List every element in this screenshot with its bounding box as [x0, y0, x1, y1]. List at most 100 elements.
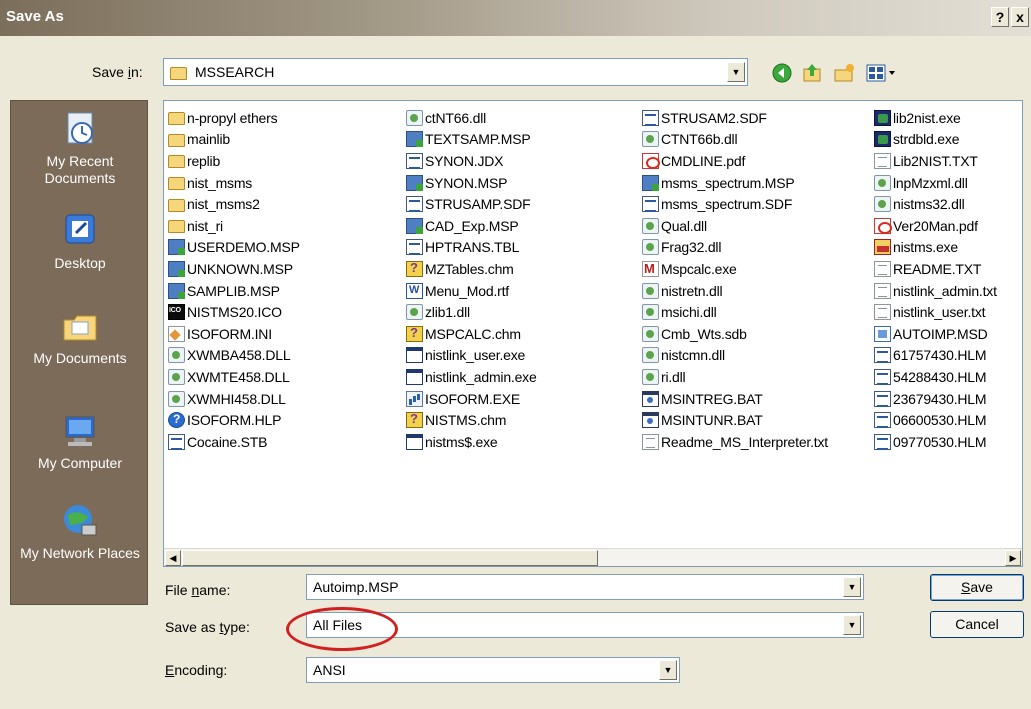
file-item[interactable]: nistretn.dll: [642, 280, 828, 302]
file-item[interactable]: 06600530.HLM: [874, 409, 997, 431]
rtf-file-icon: [406, 282, 423, 299]
file-item[interactable]: MSINTUNR.BAT: [642, 409, 828, 431]
exe-file-icon: [406, 433, 423, 450]
file-item[interactable]: ri.dll: [642, 366, 828, 388]
file-item[interactable]: TEXTSAMP.MSP: [406, 129, 537, 151]
file-item[interactable]: mainlib: [168, 129, 300, 151]
chevron-down-icon[interactable]: ▼: [727, 62, 745, 82]
file-item[interactable]: SYNON.JDX: [406, 150, 537, 172]
file-item[interactable]: XWMBA458.DLL: [168, 345, 300, 367]
up-folder-icon[interactable]: [800, 61, 824, 85]
txt-file-icon: [874, 152, 891, 169]
file-item[interactable]: nist_msms: [168, 172, 300, 194]
file-item[interactable]: CMDLINE.pdf: [642, 150, 828, 172]
file-item[interactable]: msms_spectrum.MSP: [642, 172, 828, 194]
file-item[interactable]: AUTOIMP.MSD: [874, 323, 997, 345]
file-item[interactable]: nist_msms2: [168, 193, 300, 215]
file-item[interactable]: strdbld.exe: [874, 129, 997, 151]
encoding-dropdown[interactable]: ANSI ▼: [306, 657, 680, 683]
file-item[interactable]: Readme_MS_Interpreter.txt: [642, 431, 828, 453]
place-network[interactable]: My Network Places: [11, 501, 149, 562]
place-desktop[interactable]: Desktop: [11, 211, 149, 272]
file-item[interactable]: nist_ri: [168, 215, 300, 237]
file-item[interactable]: nistms32.dll: [874, 193, 997, 215]
file-item[interactable]: NISTMS.chm: [406, 409, 537, 431]
file-item[interactable]: STRUSAMP.SDF: [406, 193, 537, 215]
file-item[interactable]: Cocaine.STB: [168, 431, 300, 453]
file-item[interactable]: XWMTE458.DLL: [168, 366, 300, 388]
save-in-label-text-end: n:: [130, 64, 143, 80]
file-item[interactable]: msms_spectrum.SDF: [642, 193, 828, 215]
file-item[interactable]: lnpMzxml.dll: [874, 172, 997, 194]
scroll-right-icon[interactable]: ▶: [1005, 550, 1021, 566]
file-item[interactable]: zlib1.dll: [406, 301, 537, 323]
back-icon[interactable]: [770, 61, 794, 85]
file-item[interactable]: CTNT66b.dll: [642, 129, 828, 151]
file-item[interactable]: Qual.dll: [642, 215, 828, 237]
file-item[interactable]: ISOFORM.INI: [168, 323, 300, 345]
save-in-dropdown[interactable]: MSSEARCH ▼: [163, 58, 748, 86]
close-button[interactable]: x: [1011, 7, 1029, 27]
file-item[interactable]: 09770530.HLM: [874, 431, 997, 453]
msp-file-icon: [168, 260, 185, 277]
file-item[interactable]: n-propyl ethers: [168, 107, 300, 129]
file-item[interactable]: nistms$.exe: [406, 431, 537, 453]
cancel-button[interactable]: Cancel: [930, 611, 1024, 638]
file-item[interactable]: nistlink_user.exe: [406, 345, 537, 367]
file-item[interactable]: lib2nist.exe: [874, 107, 997, 129]
file-item[interactable]: UNKNOWN.MSP: [168, 258, 300, 280]
msp-file-icon: [406, 174, 423, 191]
file-item[interactable]: nistcmn.dll: [642, 345, 828, 367]
file-item[interactable]: SYNON.MSP: [406, 172, 537, 194]
horizontal-scrollbar[interactable]: ◀ ▶: [164, 548, 1022, 566]
chevron-down-icon[interactable]: ▼: [659, 660, 677, 680]
save-button[interactable]: Save: [930, 574, 1024, 601]
file-item[interactable]: Mspcalc.exe: [642, 258, 828, 280]
file-item[interactable]: 54288430.HLM: [874, 366, 997, 388]
file-item[interactable]: SAMPLIB.MSP: [168, 280, 300, 302]
file-item[interactable]: nistlink_user.txt: [874, 301, 997, 323]
file-item[interactable]: nistlink_admin.exe: [406, 366, 537, 388]
chevron-down-icon[interactable]: ▼: [843, 577, 861, 597]
file-item[interactable]: MSINTREG.BAT: [642, 388, 828, 410]
place-my-documents[interactable]: My Documents: [11, 306, 149, 367]
place-recent-documents[interactable]: My Recent Documents: [11, 109, 149, 187]
sdf-file-icon: [874, 347, 891, 364]
file-item[interactable]: replib: [168, 150, 300, 172]
scroll-thumb[interactable]: [182, 550, 598, 566]
file-item[interactable]: NISTMS20.ICO: [168, 301, 300, 323]
file-item[interactable]: Cmb_Wts.sdb: [642, 323, 828, 345]
msp-file-icon: [406, 217, 423, 234]
scroll-left-icon[interactable]: ◀: [165, 550, 181, 566]
file-item[interactable]: MSPCALC.chm: [406, 323, 537, 345]
file-item[interactable]: ISOFORM.EXE: [406, 388, 537, 410]
new-folder-icon[interactable]: [832, 61, 856, 85]
file-item[interactable]: nistms.exe: [874, 237, 997, 259]
file-item[interactable]: CAD_Exp.MSP: [406, 215, 537, 237]
view-menu-icon[interactable]: [864, 61, 900, 85]
file-item[interactable]: Lib2NIST.TXT: [874, 150, 997, 172]
file-item[interactable]: STRUSAM2.SDF: [642, 107, 828, 129]
file-item[interactable]: Ver20Man.pdf: [874, 215, 997, 237]
chevron-down-icon[interactable]: ▼: [843, 615, 861, 635]
exe2-file-icon: [406, 390, 423, 407]
file-name: XWMTE458.DLL: [187, 368, 290, 385]
hlp-file-icon: [168, 412, 185, 429]
file-item[interactable]: 61757430.HLM: [874, 345, 997, 367]
file-item[interactable]: Frag32.dll: [642, 237, 828, 259]
file-item[interactable]: msichi.dll: [642, 301, 828, 323]
filename-input[interactable]: Autoimp.MSP ▼: [306, 574, 864, 600]
file-item[interactable]: ISOFORM.HLP: [168, 409, 300, 431]
place-my-computer[interactable]: My Computer: [11, 411, 149, 472]
file-item[interactable]: USERDEMO.MSP: [168, 237, 300, 259]
file-item[interactable]: 23679430.HLM: [874, 388, 997, 410]
file-item[interactable]: XWMHI458.DLL: [168, 388, 300, 410]
file-item[interactable]: nistlink_admin.txt: [874, 280, 997, 302]
file-item[interactable]: MZTables.chm: [406, 258, 537, 280]
file-item[interactable]: README.TXT: [874, 258, 997, 280]
help-button[interactable]: ?: [991, 7, 1009, 27]
file-item[interactable]: Menu_Mod.rtf: [406, 280, 537, 302]
file-list[interactable]: n-propyl ethers mainlib replib nist_msms nis…: [163, 100, 1023, 567]
file-item[interactable]: HPTRANS.TBL: [406, 237, 537, 259]
file-item[interactable]: ctNT66.dll: [406, 107, 537, 129]
